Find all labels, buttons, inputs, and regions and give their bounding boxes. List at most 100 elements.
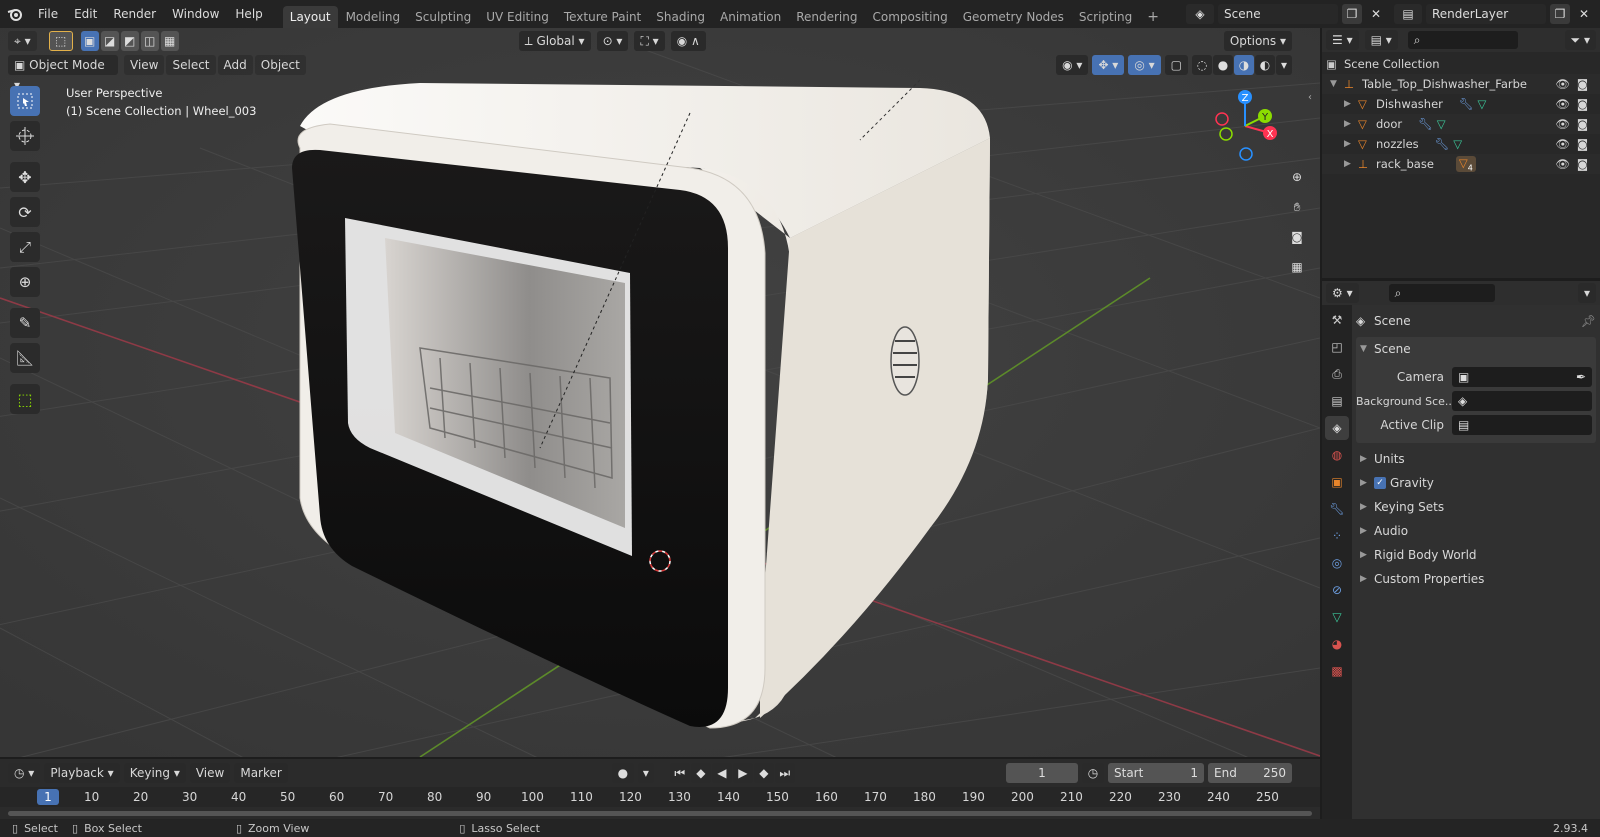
render-camera-icon[interactable]: ◙	[1577, 117, 1588, 131]
menu-render[interactable]: Render	[105, 3, 164, 25]
timeline-editor-type-icon[interactable]: ◷ ▾	[8, 763, 41, 783]
add-cube-tool-icon[interactable]: ⬚	[10, 384, 40, 414]
menu-select[interactable]: Select	[166, 55, 216, 75]
play-reverse-icon[interactable]: ◀	[711, 763, 732, 783]
texture-tab-icon[interactable]: ▩	[1325, 659, 1349, 683]
outliner-item-nozzles[interactable]: ▶ ▽ nozzles 🔧︎ ▽ 👁︎ ◙	[1322, 134, 1600, 154]
outliner-search-input[interactable]: ⌕	[1407, 31, 1518, 49]
shading-options-icon[interactable]: ▾	[1276, 55, 1292, 75]
collection-row[interactable]: ▼ ⊥ Table_Top_Dishwasher_Farbe 👁︎ ◙	[1322, 74, 1600, 94]
object-mode-dropdown[interactable]: ▣ Object Mode ▾	[8, 55, 118, 92]
render-camera-icon[interactable]: ◙	[1577, 157, 1588, 171]
visibility-eye-icon[interactable]: 👁︎	[1555, 137, 1570, 151]
tab-geometry-nodes[interactable]: Geometry Nodes	[956, 6, 1071, 28]
gravity-panel-header[interactable]: ▶ ✓ Gravity	[1356, 471, 1596, 495]
outliner-editor-type-icon[interactable]: ☰ ▾	[1326, 30, 1359, 50]
move-tool-icon[interactable]: ✥	[10, 162, 40, 192]
annotate-tool-icon[interactable]: ✎	[10, 308, 40, 338]
data-tab-icon[interactable]: ▽	[1325, 605, 1349, 629]
autokey-record-icon[interactable]: ●	[611, 763, 634, 783]
rendered-shading-icon[interactable]: ◐	[1255, 55, 1275, 75]
editor-type-icon[interactable]: ⌖ ▾	[8, 31, 37, 51]
expand-chevron-icon[interactable]: ▶	[1344, 139, 1358, 149]
tab-rendering[interactable]: Rendering	[789, 6, 864, 28]
mode-invert-selection-icon[interactable]: ◫	[140, 31, 159, 51]
timeline-scrollbar[interactable]	[8, 811, 1312, 816]
menu-window[interactable]: Window	[164, 3, 227, 25]
transform-tool-icon[interactable]: ⊕	[10, 267, 40, 297]
dishwasher-model[interactable]	[0, 28, 1320, 757]
camera-view-icon[interactable]: ◙	[1284, 224, 1310, 250]
keying-menu[interactable]: Keying ▾	[123, 763, 186, 783]
jump-end-icon[interactable]: ⏭	[774, 763, 795, 783]
properties-search-input[interactable]: ⌕	[1388, 284, 1495, 302]
camera-field[interactable]: ▣ ✒	[1452, 367, 1592, 387]
outliner-item-dishwasher[interactable]: ▶ ▽ Dishwasher 🔧︎ ▽ 👁︎ ◙	[1322, 94, 1600, 114]
frame-ruler[interactable]: 1 10 20 30 40 50 60 70 80 90 100 110 120…	[0, 787, 1320, 807]
mode-new-selection-icon[interactable]: ▣	[80, 31, 99, 51]
active-clip-field[interactable]: ▤	[1452, 415, 1592, 435]
properties-editor-type-icon[interactable]: ⚙ ▾	[1326, 283, 1359, 303]
scene-close-icon[interactable]: ✕	[1366, 4, 1386, 24]
scale-tool-icon[interactable]: ⤢	[10, 232, 40, 262]
3d-viewport[interactable]: ⌖ ▾ ⬚ ▣ ◪ ◩ ◫ ▦ ⟂ Global ▾ ⊙ ▾ ⛶ ▾ ◉ ∧ O…	[0, 28, 1320, 757]
add-workspace-button[interactable]: +	[1140, 6, 1166, 28]
rigid-body-world-panel-header[interactable]: ▶ Rigid Body World	[1356, 543, 1596, 567]
prev-keyframe-icon[interactable]: ◆	[690, 763, 711, 783]
children-mesh-icon[interactable]: ▽4	[1455, 155, 1476, 173]
viewport-sidebar-toggle-icon[interactable]: ‹	[1308, 92, 1312, 103]
eyedropper-icon[interactable]: ✒	[1576, 367, 1586, 387]
modifier-wrench-icon[interactable]: 🔧︎	[1418, 117, 1433, 131]
zoom-icon[interactable]: ⊕	[1284, 164, 1310, 190]
constraints-tab-icon[interactable]: ⊘	[1325, 578, 1349, 602]
world-tab-icon[interactable]: ◍	[1325, 443, 1349, 467]
mesh-data-icon[interactable]: ▽	[1477, 97, 1486, 111]
panel-expand-icon[interactable]: ▶	[1360, 478, 1374, 488]
modifier-wrench-icon[interactable]: 🔧︎	[1459, 97, 1474, 111]
marker-menu[interactable]: Marker	[234, 763, 288, 783]
expand-chevron-icon[interactable]: ▶	[1344, 119, 1358, 129]
panel-expand-icon[interactable]: ▶	[1360, 550, 1374, 560]
end-frame-field[interactable]: End 250	[1208, 763, 1292, 783]
mesh-data-icon[interactable]: ▽	[1437, 117, 1446, 131]
object-tab-icon[interactable]: ▣	[1325, 470, 1349, 494]
view-layer-tab-icon[interactable]: ▤	[1325, 389, 1349, 413]
expand-chevron-icon[interactable]: ▶	[1344, 159, 1358, 169]
pivot-point-dropdown[interactable]: ⊙ ▾	[596, 31, 629, 51]
tab-compositing[interactable]: Compositing	[865, 6, 954, 28]
panel-expand-icon[interactable]: ▶	[1360, 502, 1374, 512]
tab-uv-editing[interactable]: UV Editing	[479, 6, 556, 28]
cursor-tool-icon[interactable]	[10, 121, 40, 151]
pan-hand-icon[interactable]: ✋︎	[1284, 194, 1310, 220]
navigation-gizmo[interactable]: X Y Z	[1200, 86, 1290, 166]
background-scene-field[interactable]: ◈	[1452, 391, 1592, 411]
material-tab-icon[interactable]: ◕	[1325, 632, 1349, 656]
playback-menu[interactable]: Playback ▾	[44, 763, 120, 783]
render-camera-icon[interactable]: ◙	[1577, 97, 1588, 111]
properties-options-icon[interactable]: ▾	[1577, 283, 1596, 303]
expand-chevron-icon[interactable]: ▶	[1344, 99, 1358, 109]
next-keyframe-icon[interactable]: ◆	[753, 763, 774, 783]
select-box-tool-icon[interactable]	[10, 86, 40, 116]
xray-toggle-icon[interactable]: ▢	[1164, 55, 1188, 75]
panel-expand-icon[interactable]: ▶	[1360, 454, 1374, 464]
menu-object[interactable]: Object	[254, 55, 306, 75]
modifier-tab-icon[interactable]: 🔧︎	[1325, 497, 1349, 521]
menu-edit[interactable]: Edit	[66, 3, 105, 25]
visibility-eye-icon[interactable]: 👁︎	[1555, 117, 1570, 131]
visibility-eye-icon[interactable]: 👁︎	[1555, 77, 1570, 91]
options-dropdown[interactable]: Options ▾	[1223, 31, 1292, 51]
preview-range-icon[interactable]: ◷	[1082, 763, 1104, 783]
scene-tab-icon[interactable]: ◈	[1325, 416, 1349, 440]
physics-tab-icon[interactable]: ◎	[1325, 551, 1349, 575]
gravity-checkbox[interactable]: ✓	[1374, 477, 1386, 489]
visibility-icon[interactable]: ◉ ▾	[1056, 55, 1089, 75]
visibility-eye-icon[interactable]: 👁︎	[1555, 157, 1570, 171]
overlay-toggle-icon[interactable]: ◎ ▾	[1128, 55, 1161, 75]
render-camera-icon[interactable]: ◙	[1577, 137, 1588, 151]
playhead-frame-indicator[interactable]: 1	[37, 789, 59, 805]
scene-name-field[interactable]: Scene	[1218, 4, 1338, 24]
menu-view[interactable]: View	[124, 55, 165, 75]
play-icon[interactable]: ▶	[732, 763, 753, 783]
viewlayer-icon[interactable]: ▤	[1394, 4, 1422, 24]
